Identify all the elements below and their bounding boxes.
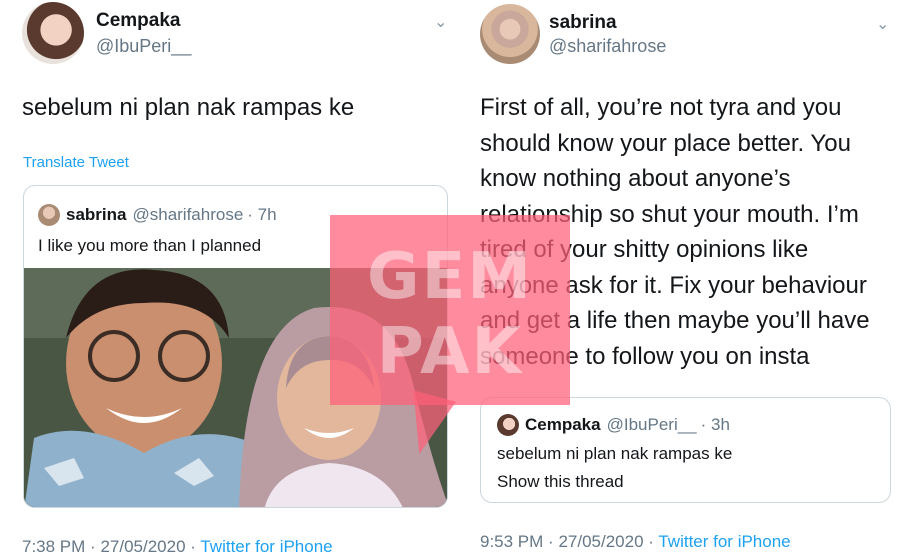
quoted-tweet-header: Cempaka @IbuPeri__ · 3h (497, 414, 730, 436)
author-handle[interactable]: @sharifahrose (549, 36, 666, 57)
tweet-time[interactable]: 7:38 PM (22, 537, 85, 556)
avatar[interactable] (480, 4, 540, 64)
quoted-tweet-text: sebelum ni plan nak rampas ke (497, 444, 733, 463)
chevron-down-icon[interactable]: ⌄ (876, 14, 889, 34)
watermark-line-2: PAK (376, 315, 524, 389)
avatar (38, 204, 60, 226)
tweet-meta: 9:53 PM · 27/05/2020 · Twitter for iPhon… (480, 532, 791, 551)
gempak-watermark-logo: GEM PAK (330, 215, 570, 405)
quoted-tweet-age: · 7h (247, 205, 277, 224)
avatar (497, 414, 519, 436)
show-thread-link[interactable]: Show this thread (497, 472, 624, 492)
quoted-author-handle: @sharifahrose (132, 205, 244, 224)
author-name[interactable]: Cempaka (96, 10, 181, 32)
quoted-author-name: sabrina (66, 205, 127, 224)
quoted-tweet-header: sabrina @sharifahrose · 7h (38, 204, 277, 226)
quoted-author-name: Cempaka (525, 415, 601, 434)
tweet-time[interactable]: 9:53 PM (480, 532, 543, 551)
tweet-text: sebelum ni plan nak rampas ke (22, 94, 355, 121)
quoted-tweet-age: · 3h (700, 415, 730, 434)
chevron-down-icon[interactable]: ⌄ (434, 12, 447, 32)
tweet-meta: 7:38 PM · 27/05/2020 · Twitter for iPhon… (22, 537, 333, 556)
quoted-tweet-text: I like you more than I planned (38, 236, 262, 255)
author-name[interactable]: sabrina (549, 12, 617, 34)
quoted-tweet[interactable]: Cempaka @IbuPeri__ · 3h sebelum ni plan … (480, 397, 891, 503)
tweet-source-link[interactable]: Twitter for iPhone (658, 532, 790, 551)
author-handle[interactable]: @IbuPeri__ (96, 36, 191, 57)
watermark-line-1: GEM (367, 240, 533, 314)
avatar[interactable] (22, 2, 84, 64)
tweet-date[interactable]: 27/05/2020 (100, 537, 185, 556)
tweet-source-link[interactable]: Twitter for iPhone (200, 537, 332, 556)
quoted-author-handle: @IbuPeri__ (606, 415, 697, 434)
tweet-date[interactable]: 27/05/2020 (558, 532, 643, 551)
translate-tweet-link[interactable]: Translate Tweet (23, 154, 129, 171)
